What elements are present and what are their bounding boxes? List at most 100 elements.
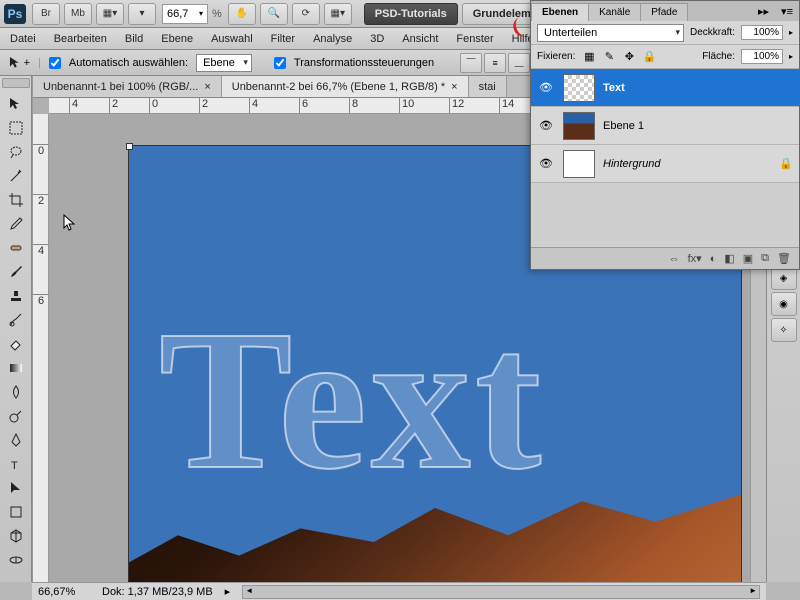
channels-panel-icon[interactable]: ◉ — [771, 292, 797, 316]
layer-fx-icon[interactable]: fx▾ — [688, 252, 702, 265]
app-logo: Ps — [4, 4, 26, 24]
panel-menu-icon[interactable]: ▾≡ — [775, 2, 799, 21]
marquee-tool[interactable] — [3, 117, 29, 139]
cursor-icon — [63, 214, 77, 235]
zoom-field[interactable]: 66,7▾ — [162, 4, 208, 24]
svg-text:T: T — [11, 460, 18, 472]
lock-transparency-icon[interactable]: ▦ — [581, 50, 597, 63]
close-icon[interactable]: × — [204, 81, 210, 93]
align-bottom-icon[interactable]: ⎽ — [508, 53, 530, 73]
visibility-icon[interactable]: 👁 — [537, 119, 555, 132]
brush-tool[interactable] — [3, 261, 29, 283]
collapse-icon[interactable]: ▸▸ — [752, 2, 775, 21]
menu-datei[interactable]: Datei — [10, 33, 36, 45]
layer-thumb[interactable] — [563, 112, 595, 140]
align-vmid-icon[interactable]: ≡ — [484, 53, 506, 73]
tab-pfade[interactable]: Pfade — [640, 3, 688, 21]
layer-mask-icon[interactable]: ◐ — [710, 253, 717, 265]
trash-icon[interactable]: 🗑 — [777, 252, 791, 265]
horizontal-scrollbar[interactable] — [242, 585, 760, 599]
paths-panel-icon[interactable]: ✧ — [771, 318, 797, 342]
layer-list-empty — [531, 183, 799, 247]
zoom-icon[interactable]: 🔍 — [260, 3, 288, 25]
stamp-tool[interactable] — [3, 285, 29, 307]
3d-camera-tool[interactable] — [3, 549, 29, 571]
tab-kanaele[interactable]: Kanäle — [588, 3, 641, 21]
path-select-tool[interactable] — [3, 477, 29, 499]
layer-name[interactable]: Text — [603, 82, 793, 94]
arrange-icon[interactable]: ▦▾ — [324, 3, 352, 25]
opacity-input[interactable]: 100% — [741, 25, 783, 40]
bridge-button[interactable]: Br — [32, 3, 60, 25]
link-layers-icon[interactable]: ⇔ — [669, 253, 680, 265]
toolbox-handle[interactable] — [2, 78, 30, 88]
menu-3d[interactable]: 3D — [370, 33, 384, 45]
layers-panel-tabs: Ebenen Kanäle Pfade ▸▸ ▾≡ — [531, 1, 799, 21]
shape-tool[interactable] — [3, 501, 29, 523]
transform-handle[interactable] — [126, 143, 133, 150]
align-group: ⎺ ≡ ⎽ — [460, 53, 530, 73]
group-icon[interactable]: ▣ — [743, 252, 753, 265]
hand-icon[interactable]: ✋ — [228, 3, 256, 25]
eraser-tool[interactable] — [3, 333, 29, 355]
menu-ansicht[interactable]: Ansicht — [402, 33, 438, 45]
fill-label: Fläche: — [702, 51, 735, 62]
minibridge-button[interactable]: Mb — [64, 3, 92, 25]
layer-hintergrund[interactable]: 👁 Hintergrund 🔒 — [531, 145, 799, 183]
dodge-tool[interactable] — [3, 405, 29, 427]
visibility-icon[interactable]: 👁 — [537, 157, 555, 170]
new-layer-icon[interactable]: ⧉ — [761, 252, 769, 265]
menu-auswahl[interactable]: Auswahl — [211, 33, 253, 45]
blend-mode-select[interactable]: Unterteilen — [537, 24, 684, 42]
layer-thumb[interactable] — [563, 150, 595, 178]
move-tool-icon: + — [8, 53, 30, 73]
blur-tool[interactable] — [3, 381, 29, 403]
3d-tool[interactable] — [3, 525, 29, 547]
menu-filter[interactable]: Filter — [271, 33, 295, 45]
doc-tab-1[interactable]: Unbenannt-1 bei 100% (RGB/...× — [33, 76, 222, 97]
ruler-vertical[interactable]: 0 2 4 6 — [33, 114, 49, 582]
close-icon[interactable]: × — [451, 81, 457, 93]
transform-controls-checkbox[interactable] — [274, 57, 286, 69]
status-zoom[interactable]: 66,67% — [38, 586, 90, 598]
menu-ebene[interactable]: Ebene — [161, 33, 193, 45]
layer-name[interactable]: Ebene 1 — [603, 120, 793, 132]
blend-row: Unterteilen Deckkraft: 100% ▸ — [531, 21, 799, 45]
lock-all-icon[interactable]: 🔒 — [641, 50, 657, 63]
workspace-psd-tutorials[interactable]: PSD-Tutorials — [364, 3, 458, 25]
layer-thumb[interactable] — [563, 74, 595, 102]
menu-analyse[interactable]: Analyse — [313, 33, 352, 45]
layer-ebene1[interactable]: 👁 Ebene 1 — [531, 107, 799, 145]
menu-bearbeiten[interactable]: Bearbeiten — [54, 33, 107, 45]
gradient-tool[interactable] — [3, 357, 29, 379]
fill-input[interactable]: 100% — [741, 49, 783, 64]
auto-select-target[interactable]: Ebene — [196, 54, 252, 72]
history-brush-tool[interactable] — [3, 309, 29, 331]
layer-list: 👁 Text 👁 Ebene 1 👁 Hintergrund 🔒 — [531, 69, 799, 183]
menu-bild[interactable]: Bild — [125, 33, 143, 45]
doc-tab-3[interactable]: stai — [469, 76, 507, 97]
extras-button[interactable]: ▾ — [128, 3, 156, 25]
move-tool[interactable] — [3, 93, 29, 115]
wand-tool[interactable] — [3, 165, 29, 187]
pen-tool[interactable] — [3, 429, 29, 451]
screen-mode-button[interactable]: ▦▾ — [96, 3, 124, 25]
heal-tool[interactable] — [3, 237, 29, 259]
menu-fenster[interactable]: Fenster — [456, 33, 493, 45]
lock-position-icon[interactable]: ✥ — [621, 50, 637, 63]
align-top-icon[interactable]: ⎺ — [460, 53, 482, 73]
eyedropper-tool[interactable] — [3, 213, 29, 235]
rotate-icon[interactable]: ⟳ — [292, 3, 320, 25]
status-menu-icon[interactable]: ▸ — [225, 585, 231, 598]
lasso-tool[interactable] — [3, 141, 29, 163]
visibility-icon[interactable]: 👁 — [537, 81, 555, 94]
auto-select-checkbox[interactable] — [49, 57, 61, 69]
doc-tab-2[interactable]: Unbenannt-2 bei 66,7% (Ebene 1, RGB/8) *… — [222, 76, 469, 97]
crop-tool[interactable] — [3, 189, 29, 211]
adjustment-layer-icon[interactable]: ◧ — [724, 252, 734, 265]
opacity-label: Deckkraft: — [690, 27, 735, 38]
type-tool[interactable]: T — [3, 453, 29, 475]
lock-paint-icon[interactable]: ✎ — [601, 50, 617, 63]
layer-text[interactable]: 👁 Text — [531, 69, 799, 107]
layer-name[interactable]: Hintergrund — [603, 158, 771, 170]
